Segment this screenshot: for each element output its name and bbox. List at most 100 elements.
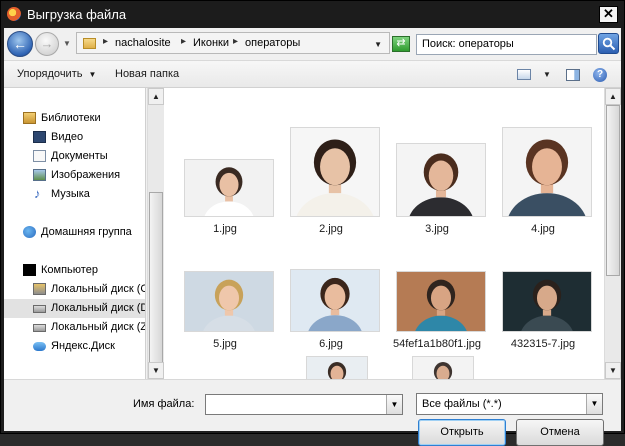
address-history-dropdown[interactable]: ▼ bbox=[374, 40, 382, 49]
file-name: 54fef1a1b80f1.jpg bbox=[392, 338, 482, 350]
file-upload-dialog: Выгрузка файла ✕ ← → ▼ ▸ nachalosite ▸ И… bbox=[0, 0, 625, 446]
file-name: 432315-7.jpg bbox=[510, 338, 576, 350]
nav-item-label: Локальный диск (Z bbox=[51, 321, 146, 333]
documents-icon bbox=[33, 150, 46, 162]
filename-history-dropdown[interactable]: ▼ bbox=[386, 395, 402, 414]
file-name: 1.jpg bbox=[213, 223, 237, 235]
search-input[interactable]: Поиск: операторы bbox=[416, 34, 597, 55]
back-button[interactable]: ← bbox=[7, 31, 33, 57]
refresh-icon: ⇄ bbox=[396, 37, 406, 49]
nav-item-disk-z[interactable]: Локальный диск (Z bbox=[4, 318, 146, 337]
portrait-image bbox=[503, 128, 591, 216]
yandex-disk-icon bbox=[33, 342, 46, 351]
scroll-down-arrow-icon[interactable]: ▼ bbox=[148, 362, 164, 379]
file-dialog-footer: Имя файла: ▼ Все файлы (*.*) ▼ Открыть О… bbox=[4, 379, 621, 446]
nav-item-homegroup[interactable]: Домашняя группа bbox=[4, 223, 145, 242]
scroll-down-arrow-icon[interactable]: ▼ bbox=[605, 362, 621, 379]
file-type-select[interactable]: Все файлы (*.*) ▼ bbox=[416, 393, 603, 415]
file-name: 2.jpg bbox=[319, 223, 343, 235]
forward-button[interactable]: → bbox=[35, 32, 59, 56]
filename-input[interactable]: ▼ bbox=[205, 394, 403, 415]
nav-item-label: Видео bbox=[51, 131, 84, 143]
nav-item-video[interactable]: Видео bbox=[4, 128, 145, 147]
nav-item-music[interactable]: ♪ Музыка bbox=[4, 185, 145, 204]
breadcrumb-nachalosite[interactable]: nachalosite bbox=[115, 37, 171, 49]
search-placeholder: Поиск: операторы bbox=[422, 38, 514, 50]
file-list-scrollbar[interactable]: ▲ ▼ bbox=[604, 88, 621, 379]
portrait-image bbox=[185, 272, 273, 331]
nav-item-disk-c[interactable]: Локальный диск (C bbox=[4, 280, 146, 299]
portrait-image bbox=[413, 357, 473, 379]
images-icon bbox=[33, 169, 46, 181]
breadcrumb-operatory[interactable]: операторы bbox=[245, 37, 300, 49]
file-name: 4.jpg bbox=[531, 223, 555, 235]
recent-locations-button[interactable]: ▼ bbox=[63, 39, 71, 48]
dialog-body: ← → ▼ ▸ nachalosite ▸ Иконки ▸ операторы… bbox=[4, 28, 621, 446]
nav-item-label: Изображения bbox=[51, 169, 121, 181]
portrait-image bbox=[291, 128, 379, 216]
view-options-dropdown[interactable]: ▼ bbox=[543, 70, 551, 79]
address-bar[interactable]: ▸ nachalosite ▸ Иконки ▸ операторы ▼ bbox=[76, 32, 390, 54]
title-bar[interactable]: Выгрузка файла ✕ bbox=[1, 1, 624, 28]
disk-icon bbox=[33, 305, 46, 313]
change-view-icon[interactable] bbox=[517, 69, 531, 80]
scrollbar-thumb[interactable] bbox=[149, 192, 163, 377]
file-thumbnail bbox=[184, 159, 274, 217]
video-icon bbox=[33, 131, 46, 143]
search-icon bbox=[602, 37, 616, 51]
cancel-button[interactable]: Отмена bbox=[516, 419, 604, 446]
file-thumbnail bbox=[306, 356, 368, 379]
file-name: 3.jpg bbox=[425, 223, 449, 235]
preview-pane-icon[interactable] bbox=[566, 69, 580, 81]
folder-icon bbox=[83, 38, 96, 49]
scroll-up-arrow-icon[interactable]: ▲ bbox=[148, 88, 164, 105]
scrollbar-thumb[interactable] bbox=[606, 105, 620, 276]
homegroup-icon bbox=[23, 226, 36, 238]
command-bar: Упорядочить ▼ Новая папка ▼ ? bbox=[4, 60, 621, 88]
nav-item-label: Библиотеки bbox=[41, 112, 101, 124]
search-button[interactable] bbox=[598, 33, 619, 54]
close-icon: ✕ bbox=[603, 6, 614, 21]
organize-button[interactable]: Упорядочить ▼ bbox=[17, 68, 96, 80]
breadcrumb-separator[interactable]: ▸ bbox=[103, 36, 108, 47]
nav-item-disk-d[interactable]: Локальный диск (D bbox=[4, 299, 146, 318]
file-thumbnail bbox=[290, 127, 380, 217]
nav-item-label: Компьютер bbox=[41, 264, 98, 276]
nav-item-yandex-disk[interactable]: Яндекс.Диск bbox=[4, 337, 145, 356]
navigation-pane: Библиотеки Видео Документы Изображения ♪… bbox=[4, 88, 146, 379]
scroll-up-arrow-icon[interactable]: ▲ bbox=[605, 88, 621, 105]
file-thumbnail bbox=[412, 356, 474, 379]
help-icon[interactable]: ? bbox=[593, 68, 607, 82]
refresh-button[interactable]: ⇄ bbox=[392, 36, 410, 52]
breadcrumb-separator[interactable]: ▸ bbox=[181, 36, 186, 47]
nav-item-label: Локальный диск (C bbox=[51, 283, 146, 295]
nav-item-label: Музыка bbox=[51, 188, 90, 200]
chevron-down-icon: ▼ bbox=[88, 70, 97, 79]
navigation-scrollbar[interactable]: ▲ ▼ bbox=[147, 88, 164, 379]
window-title: Выгрузка файла bbox=[27, 7, 127, 22]
close-button[interactable]: ✕ bbox=[599, 6, 618, 23]
breadcrumb-ikonki[interactable]: Иконки bbox=[193, 37, 229, 49]
organize-label: Упорядочить bbox=[17, 68, 83, 80]
nav-item-label: Локальный диск (D bbox=[51, 302, 146, 314]
forward-arrow-icon: → bbox=[40, 36, 54, 51]
back-arrow-icon: ← bbox=[13, 36, 27, 52]
breadcrumb-separator[interactable]: ▸ bbox=[233, 36, 238, 47]
nav-item-label: Документы bbox=[51, 150, 108, 162]
file-name: 5.jpg bbox=[213, 338, 237, 350]
nav-item-documents[interactable]: Документы bbox=[4, 147, 145, 166]
nav-item-images[interactable]: Изображения bbox=[4, 166, 145, 185]
file-thumbnail bbox=[290, 269, 380, 332]
file-list: 1.jpg 2.jpg 3.jpg 4.jpg 5.jpg 6.jpg 54fe… bbox=[164, 88, 604, 379]
nav-item-libraries[interactable]: Библиотеки bbox=[4, 109, 145, 128]
nav-item-computer[interactable]: Компьютер bbox=[4, 261, 145, 280]
file-type-dropdown[interactable]: ▼ bbox=[586, 394, 602, 414]
disk-icon bbox=[33, 324, 46, 332]
file-thumbnail bbox=[396, 143, 486, 217]
new-folder-button[interactable]: Новая папка bbox=[115, 68, 179, 80]
file-name: 6.jpg bbox=[319, 338, 343, 350]
file-type-value: Все файлы (*.*) bbox=[422, 398, 502, 410]
filename-label: Имя файла: bbox=[133, 398, 195, 410]
file-thumbnail bbox=[396, 271, 486, 332]
open-button[interactable]: Открыть bbox=[418, 419, 506, 446]
